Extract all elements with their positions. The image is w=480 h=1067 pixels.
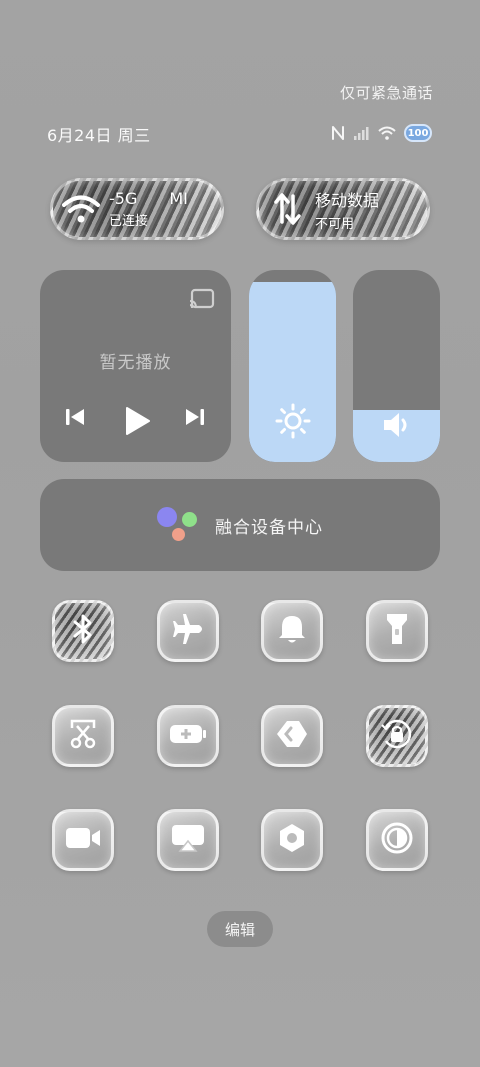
- video-icon: [64, 826, 102, 854]
- dark-mode-icon: [380, 821, 414, 859]
- battery-icon: 100: [404, 124, 432, 142]
- wifi-toggle[interactable]: -5G MI 已连接: [50, 178, 224, 240]
- nfc-icon: [330, 125, 346, 141]
- speaker-icon: [353, 410, 440, 440]
- media-player-card[interactable]: 暂无播放: [40, 270, 231, 462]
- media-empty-label: 暂无播放: [99, 353, 172, 373]
- device-center-logo-icon: [157, 505, 201, 545]
- wifi-name: -5G: [109, 189, 138, 208]
- mobile-data-icon: [259, 192, 315, 226]
- signal-icon: [354, 126, 370, 140]
- nearby-share-toggle[interactable]: [261, 705, 323, 767]
- wifi-name-extra: MI: [169, 189, 188, 208]
- flashlight-icon: [384, 612, 410, 650]
- screenshot-icon: [67, 718, 99, 754]
- dark-mode-toggle[interactable]: [366, 809, 428, 871]
- mobile-data-title: 移动数据: [315, 190, 380, 210]
- wifi-status: 已连接: [109, 214, 149, 229]
- wifi-icon: [53, 194, 109, 224]
- next-track-icon[interactable]: [184, 406, 206, 428]
- brightness-slider[interactable]: [249, 270, 336, 462]
- nearby-share-icon: [275, 719, 309, 753]
- flashlight-toggle[interactable]: [366, 600, 428, 662]
- bell-icon: [277, 613, 307, 649]
- screen-cast-icon: [170, 823, 206, 857]
- emergency-call-label: 仅可紧急通话: [339, 84, 433, 102]
- airplane-icon: [171, 612, 205, 650]
- airplane-mode-toggle[interactable]: [157, 600, 219, 662]
- play-icon[interactable]: [122, 406, 152, 436]
- status-icons: 100: [330, 122, 432, 144]
- sound-toggle[interactable]: [261, 600, 323, 662]
- mobile-data-status: 不可用: [315, 216, 355, 232]
- previous-track-icon[interactable]: [64, 406, 86, 428]
- battery-saver-icon: [168, 722, 208, 750]
- screenshot-toggle[interactable]: [52, 705, 114, 767]
- screen-cast-toggle[interactable]: [157, 809, 219, 871]
- volume-slider[interactable]: [353, 270, 440, 462]
- battery-saver-toggle[interactable]: [157, 705, 219, 767]
- rotation-lock-toggle[interactable]: [366, 705, 428, 767]
- edit-button[interactable]: 编辑: [207, 911, 273, 947]
- date-label: 6月24日 周三: [47, 126, 151, 145]
- bluetooth-icon: [70, 612, 96, 650]
- wifi-status-icon: [378, 126, 396, 140]
- cast-icon[interactable]: [189, 288, 215, 314]
- device-center-card[interactable]: 融合设备中心: [40, 479, 440, 571]
- device-center-label: 融合设备中心: [215, 517, 323, 538]
- rotation-lock-icon: [380, 717, 414, 755]
- mobile-data-toggle[interactable]: 移动数据 不可用: [256, 178, 430, 240]
- sun-icon: [249, 402, 336, 440]
- bluetooth-toggle[interactable]: [52, 600, 114, 662]
- settings-toggle[interactable]: [261, 809, 323, 871]
- video-toggle[interactable]: [52, 809, 114, 871]
- settings-icon: [276, 822, 308, 858]
